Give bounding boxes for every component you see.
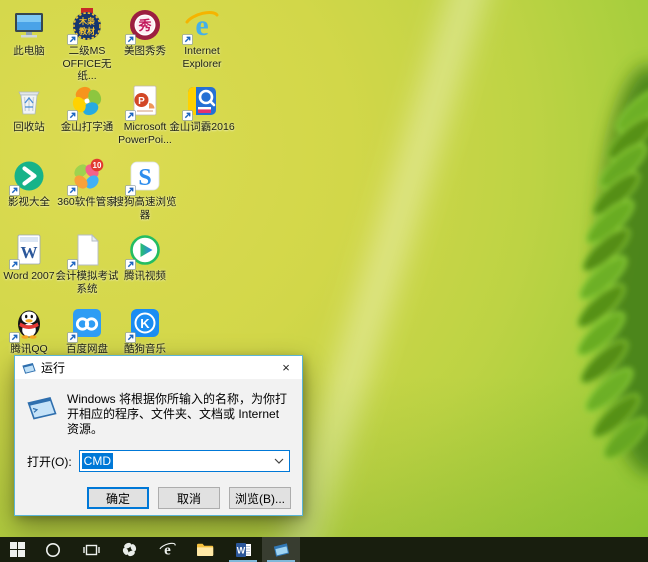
word-taskbar-button[interactable]: W: [224, 537, 262, 562]
file-explorer-button[interactable]: [186, 537, 224, 562]
shortcut-arrow-icon: [182, 110, 193, 121]
icon-label: 搜狗高速浏览器: [111, 196, 179, 221]
svg-text:教材: 教材: [78, 26, 95, 36]
sogou-browser-icon: S: [126, 157, 164, 195]
word-icon: W: [235, 542, 252, 558]
kingsoft-typing-icon: [68, 82, 106, 120]
combobox-value: CMD: [82, 453, 113, 469]
desktop-icon-recycle-bin[interactable]: 回收站: [0, 82, 60, 134]
desktop-icon-tencent-qq[interactable]: 腾讯QQ: [0, 304, 60, 356]
close-button[interactable]: ×: [270, 356, 302, 379]
svg-text:K: K: [140, 316, 150, 331]
shortcut-arrow-icon: [125, 34, 136, 45]
desktop-icon-meitu-xiuxiu[interactable]: 秀 美图秀秀: [114, 6, 176, 58]
ciba-2016-icon: [183, 82, 221, 120]
internet-explorer-button[interactable]: e: [148, 537, 186, 562]
shortcut-arrow-icon: [9, 332, 20, 343]
recycle-bin-icon: [10, 82, 48, 120]
desktop-icon-360-manager[interactable]: 10 360软件管家: [56, 157, 118, 209]
open-label: 打开(O):: [27, 453, 72, 470]
word-2007-icon: W: [10, 231, 48, 269]
windows-logo-icon: [10, 542, 25, 557]
svg-text:秀: 秀: [137, 18, 152, 33]
shortcut-arrow-icon: [9, 185, 20, 196]
pinwheel-app-button[interactable]: [110, 537, 148, 562]
shortcut-arrow-icon: [67, 110, 78, 121]
kugou-music-icon: K: [126, 304, 164, 342]
svg-text:木枭: 木枭: [78, 16, 95, 26]
internet-explorer-icon: e: [159, 541, 176, 558]
desktop-icon-yingshi-daquan[interactable]: 影视大全: [0, 157, 60, 209]
baidu-pan-icon: [68, 304, 106, 342]
icon-label: 金山词霸2016: [168, 121, 236, 134]
run-dialog-titlebar[interactable]: 运行 ×: [15, 356, 302, 379]
open-combobox[interactable]: CMD: [79, 450, 290, 472]
badge-count: 10: [93, 161, 102, 170]
cortana-search-button[interactable]: [34, 537, 72, 562]
this-pc-icon: [10, 6, 48, 44]
task-view-button[interactable]: [72, 537, 110, 562]
desktop-icon-ms-office-exam[interactable]: 木枭 教材 二级MS OFFICE无纸...: [56, 6, 118, 83]
icon-label: Internet Explorer: [168, 45, 236, 70]
svg-text:S: S: [138, 165, 151, 191]
yingshi-daquan-icon: [10, 157, 48, 195]
exam-system-icon: [68, 231, 106, 269]
desktop-icon-kugou-music[interactable]: K 酷狗音乐: [114, 304, 176, 356]
desktop-icon-word-2007[interactable]: W Word 2007: [0, 231, 60, 283]
wallpaper-leaf: [448, 0, 648, 537]
shortcut-arrow-icon: [67, 332, 78, 343]
desktop-icon-baidu-pan[interactable]: 百度网盘: [56, 304, 118, 356]
run-dialog-titlebar-icon: [22, 362, 36, 374]
desktop-icon-ciba-2016[interactable]: 金山词霸2016: [171, 82, 233, 134]
wallpaper-light-streak: [270, 0, 494, 537]
run-taskbar-button[interactable]: [262, 537, 300, 562]
360-manager-icon: 10: [68, 157, 106, 195]
start-button[interactable]: [0, 537, 34, 562]
meitu-xiuxiu-icon: 秀: [126, 6, 164, 44]
cancel-button[interactable]: 取消: [158, 487, 220, 509]
svg-text:P: P: [138, 96, 145, 107]
desktop-icon-tencent-video[interactable]: 腾讯视频: [114, 231, 176, 283]
ms-office-exam-icon: 木枭 教材: [68, 6, 106, 44]
taskbar: e W: [0, 537, 648, 562]
tencent-qq-icon: [10, 304, 48, 342]
internet-explorer-icon: e: [183, 6, 221, 44]
tencent-video-icon: [126, 231, 164, 269]
task-view-icon: [83, 543, 100, 557]
shortcut-arrow-icon: [125, 332, 136, 343]
shortcut-arrow-icon: [67, 34, 78, 45]
icon-label: 酷狗音乐: [111, 343, 179, 356]
search-circle-icon: [45, 542, 61, 558]
ok-button[interactable]: 确定: [87, 487, 149, 509]
desktop-icon-internet-explorer[interactable]: e Internet Explorer: [171, 6, 233, 70]
desktop-icon-sogou-browser[interactable]: S 搜狗高速浏览器: [114, 157, 176, 221]
run-dialog-message: Windows 将根据你所输入的名称，为你打开相应的程序、文件夹、文档或 Int…: [67, 392, 292, 437]
shortcut-arrow-icon: [125, 259, 136, 270]
shortcut-arrow-icon: [182, 34, 193, 45]
shortcut-arrow-icon: [125, 185, 136, 196]
folder-icon: [196, 542, 214, 557]
run-dialog: 运行 × Windows 将根据你所输入的名称，为你打开相应的程序、文件夹、文档…: [14, 355, 303, 516]
shortcut-arrow-icon: [67, 185, 78, 196]
desktop-icon-this-pc[interactable]: 此电脑: [0, 6, 60, 58]
svg-text:W: W: [21, 243, 38, 262]
icon-label: 腾讯视频: [111, 270, 179, 283]
shortcut-arrow-icon: [125, 110, 136, 121]
run-window-icon: [273, 542, 290, 557]
shortcut-arrow-icon: [9, 259, 20, 270]
shortcut-arrow-icon: [67, 259, 78, 270]
dialog-title: 运行: [41, 359, 65, 376]
chevron-down-icon[interactable]: [274, 458, 289, 464]
run-icon: [27, 396, 57, 437]
browse-button[interactable]: 浏览(B)...: [229, 487, 291, 509]
svg-text:W: W: [236, 545, 245, 555]
pinwheel-icon: [121, 541, 138, 558]
desktop-icon-kingsoft-typing[interactable]: 金山打字通: [56, 82, 118, 134]
desktop-icon-exam-system[interactable]: 会计模拟考试系统: [56, 231, 118, 295]
desktop-icon-powerpoint[interactable]: P Microsoft PowerPoi...: [114, 82, 176, 146]
powerpoint-icon: P: [126, 82, 164, 120]
